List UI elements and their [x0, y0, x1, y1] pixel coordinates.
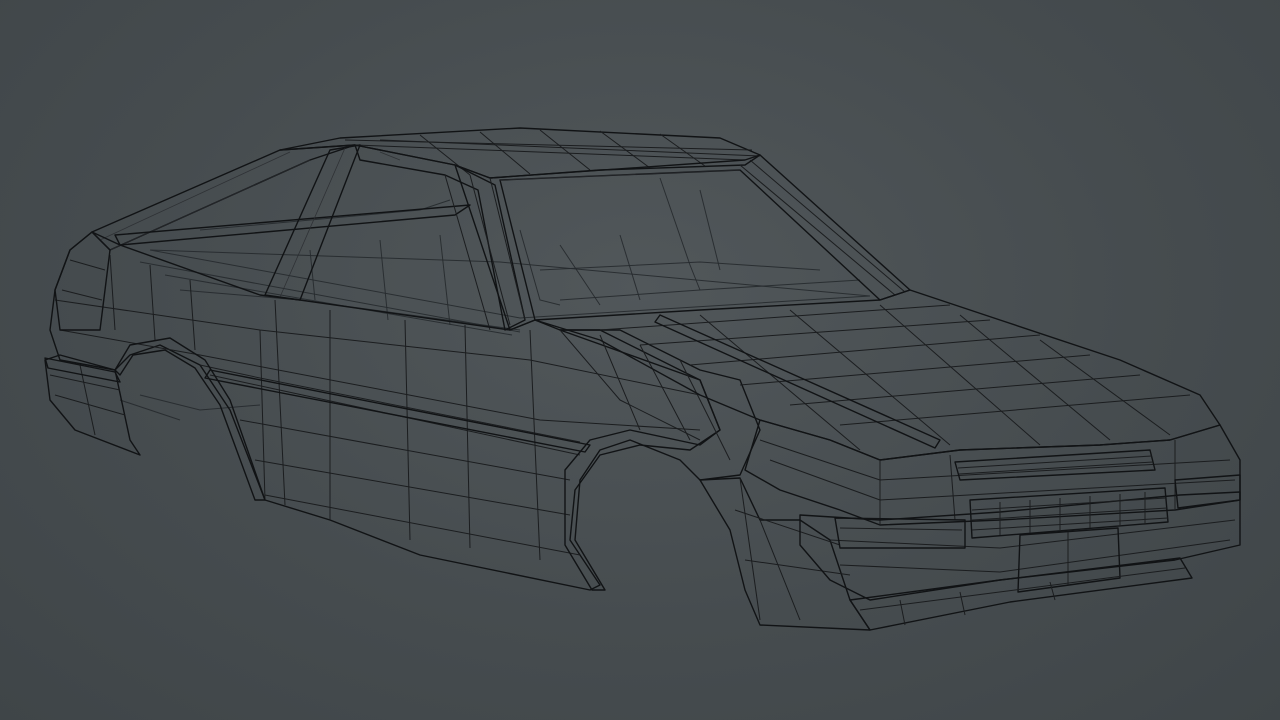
3d-viewport[interactable] — [0, 0, 1280, 720]
front-fender — [559, 329, 871, 631]
lower-grille — [969, 487, 1169, 539]
front-bumper — [799, 487, 1241, 601]
car-body-mesh[interactable] — [0, 0, 1280, 720]
tail-section — [54, 231, 111, 331]
front-nose — [744, 419, 1241, 526]
hood-panel — [534, 289, 1221, 461]
rear-window-frame — [91, 144, 471, 251]
upper-grille — [954, 449, 1156, 481]
roof-panel — [279, 127, 761, 179]
license-plate — [1017, 527, 1121, 593]
rear-bumper — [44, 354, 141, 456]
b-pillar — [264, 144, 526, 331]
